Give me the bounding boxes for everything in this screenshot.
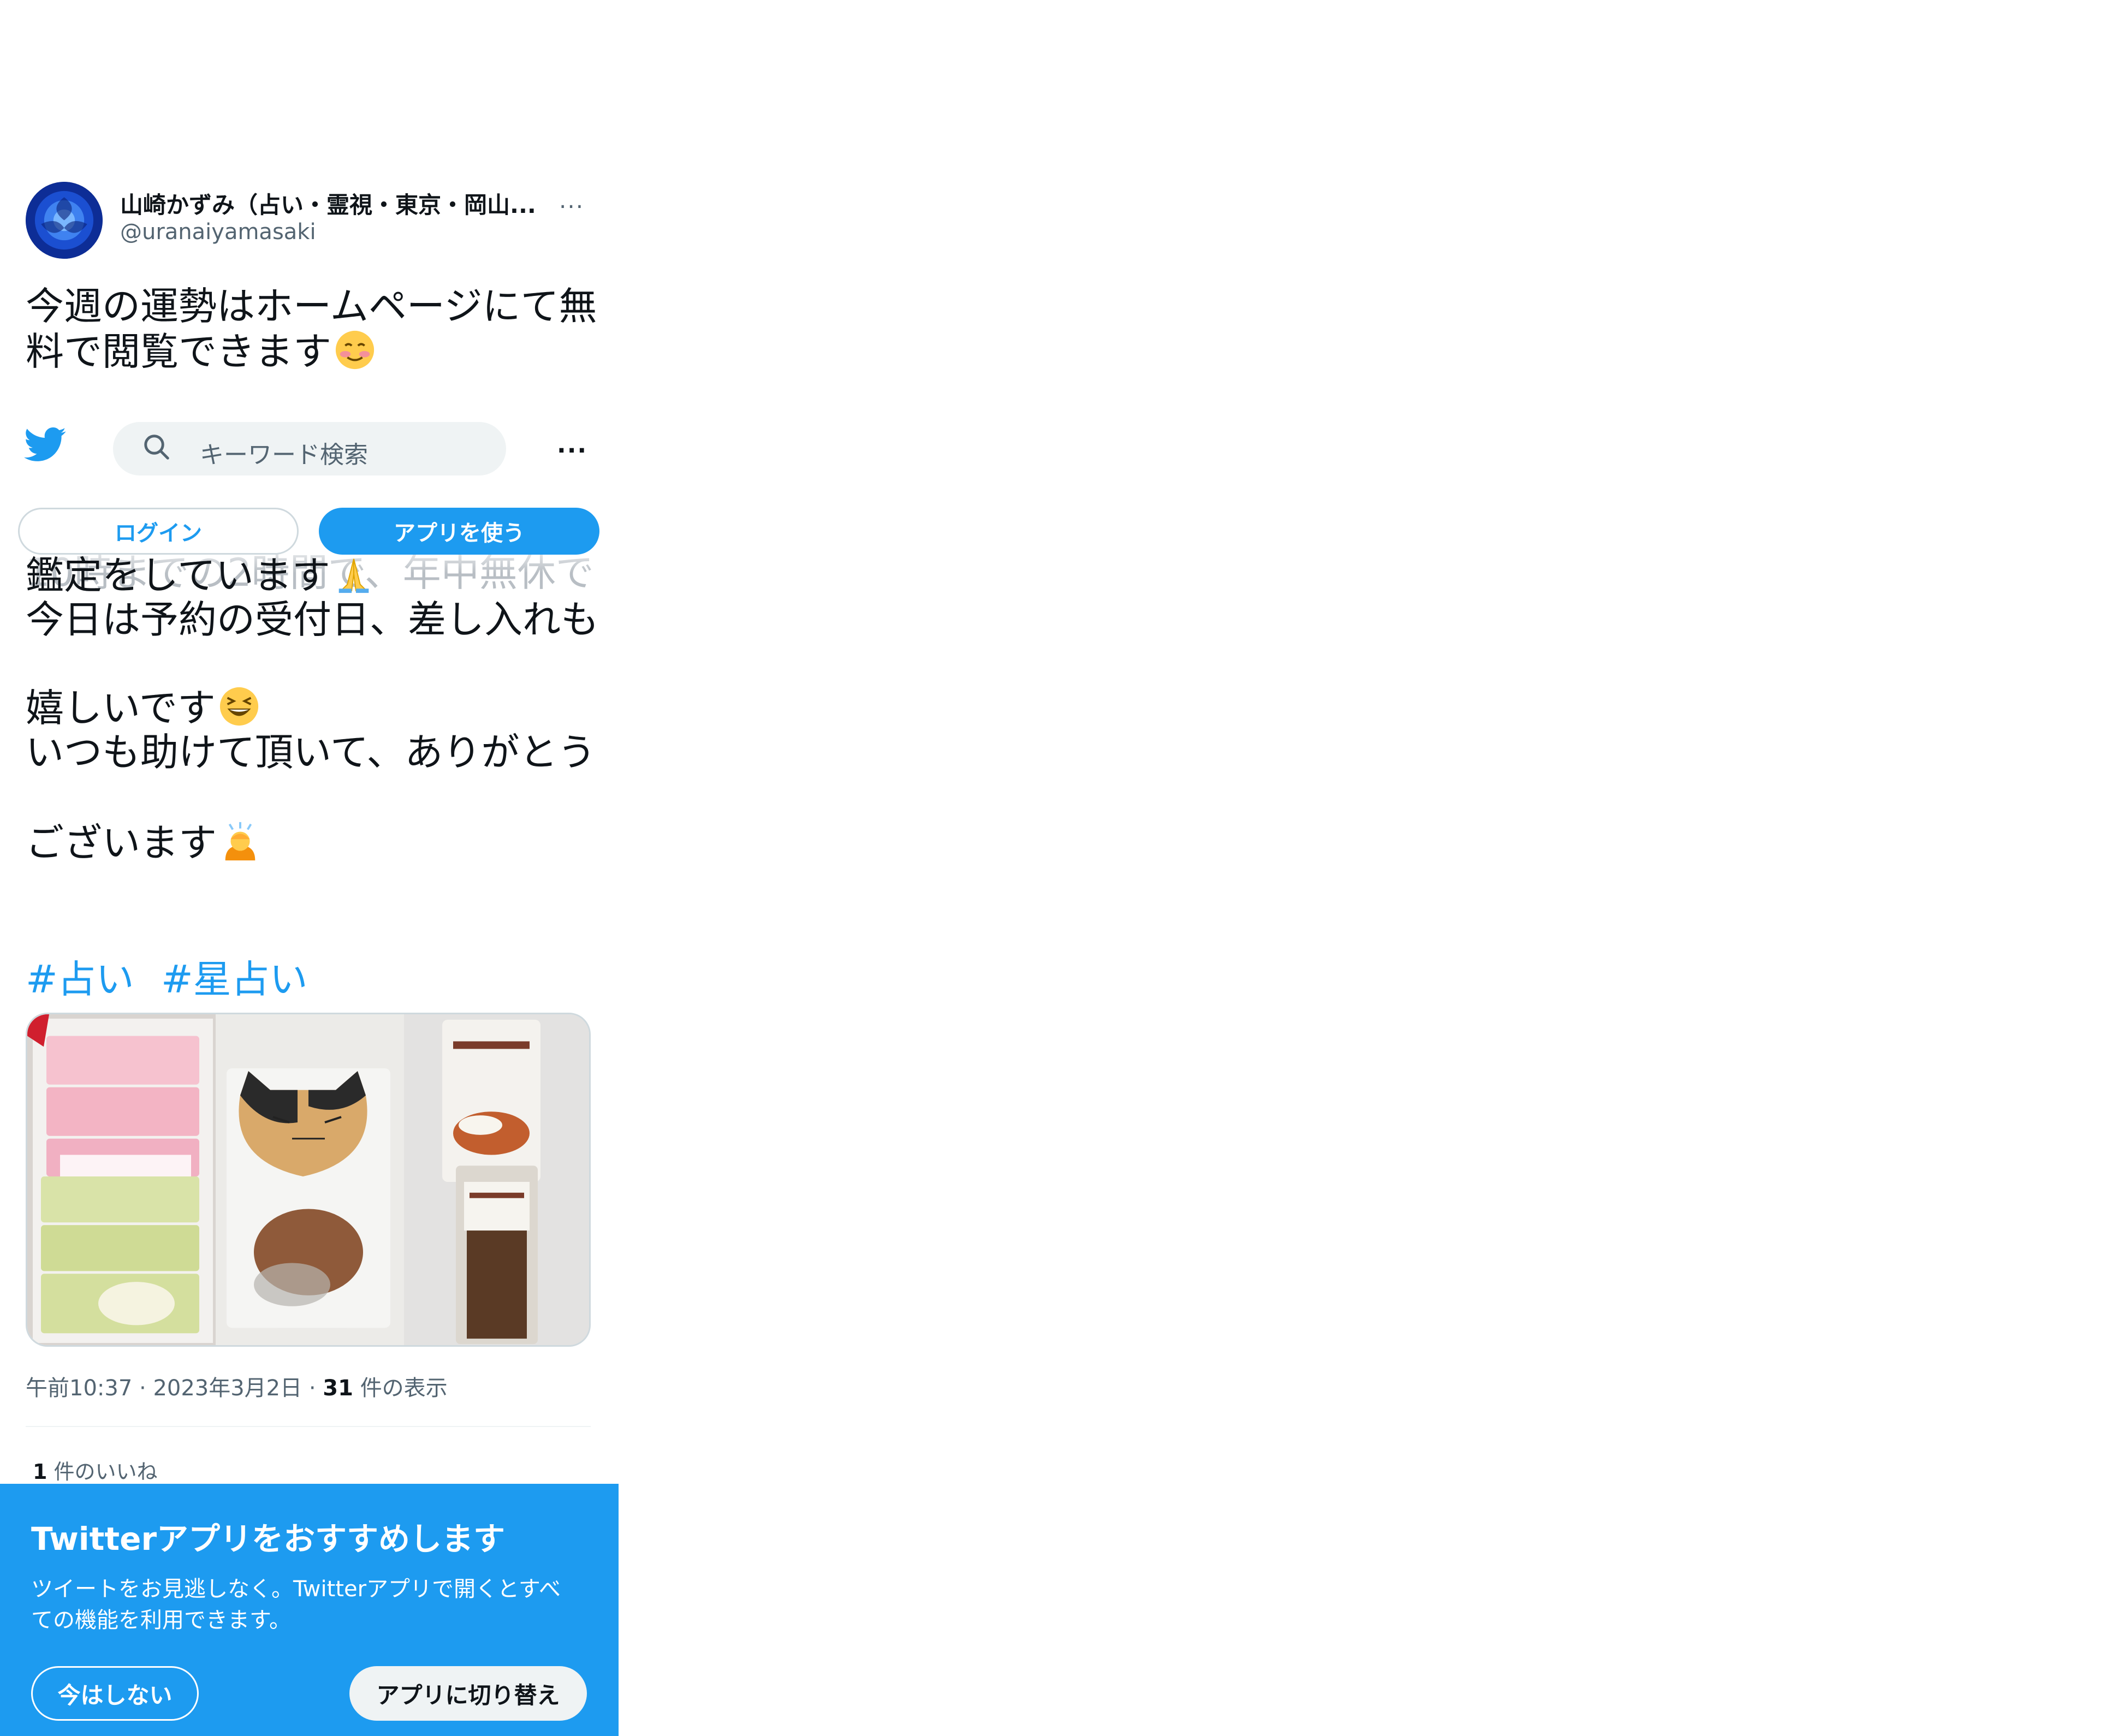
twitter-bird-icon[interactable]: [24, 427, 67, 463]
banner-title: Twitterアプリをおすすめします: [31, 1520, 506, 1557]
not-now-button[interactable]: 今はしない: [31, 1666, 199, 1721]
login-button[interactable]: ログイン: [18, 508, 299, 555]
banner-body: ツイートをお見逃しなく。Twitterアプリで開くとすべ: [31, 1577, 561, 1602]
banner-body: ての機能を利用できます。: [31, 1608, 291, 1633]
photo-rusk-box[interactable]: [27, 1014, 216, 1345]
tweet-text-line: ございます: [26, 820, 262, 865]
tweet-text-line: 料で閲覧できます: [26, 329, 376, 374]
tweet-text-line: 鑑定をしています: [26, 552, 375, 598]
tweet-text-line: 今日は予約の受付日、差し入れも: [26, 597, 599, 642]
tweet-text: ございます: [26, 821, 217, 865]
photo-grid: [26, 1013, 591, 1347]
likes-label: 件のいいね: [54, 1460, 158, 1484]
author-handle[interactable]: @uranaiyamasaki: [120, 219, 316, 245]
tweet-date[interactable]: 2023年3月2日: [153, 1376, 302, 1401]
folded-hands-icon: [332, 552, 375, 595]
views-count: 31: [323, 1376, 353, 1401]
author-name[interactable]: 山崎かずみ（占い・霊視・東京・岡山...: [120, 187, 536, 220]
tweet-text: 料で閲覧できます: [26, 329, 331, 374]
smiling-face-icon: [334, 329, 376, 371]
avatar[interactable]: [26, 182, 103, 259]
likes-count-link[interactable]: 1 件のいいね: [33, 1455, 158, 1485]
likes-count: 1: [33, 1460, 47, 1484]
switch-to-app-button[interactable]: アプリに切り替え: [349, 1666, 587, 1721]
tweet-text-line: いつも助けて頂いて、ありがとう: [26, 730, 596, 775]
grinning-squinting-face-icon: [218, 685, 260, 728]
tweet-meta: 午前10:37 · 2023年3月2日 · 31 件の表示: [26, 1376, 448, 1401]
tweet-time[interactable]: 午前10:37: [26, 1376, 132, 1401]
tweet-text: 嬉しいです: [26, 686, 216, 730]
use-app-button[interactable]: アプリを使う: [319, 508, 599, 555]
search-placeholder: キーワード検索: [200, 441, 368, 469]
views-label: 件の表示: [360, 1376, 448, 1401]
blue-rose-icon: [26, 182, 103, 259]
more-options-icon[interactable]: ···: [557, 437, 587, 465]
search-icon: [142, 432, 171, 462]
more-options-icon[interactable]: ···: [559, 193, 584, 220]
tweet-text-line: 今週の運勢はホームページにて無: [26, 284, 597, 329]
photo-cat-bread[interactable]: [216, 1014, 404, 1345]
tweet-text-line: 嬉しいです: [26, 685, 260, 730]
hashtag-link[interactable]: #占い: [26, 949, 134, 1004]
person-bowing-icon: [219, 820, 262, 863]
photo-curry-and-cake[interactable]: [404, 1014, 589, 1345]
hashtag-link[interactable]: #星占い: [161, 949, 308, 1004]
divider: [26, 1426, 591, 1427]
tweet-text: 鑑定をしています: [26, 553, 330, 598]
